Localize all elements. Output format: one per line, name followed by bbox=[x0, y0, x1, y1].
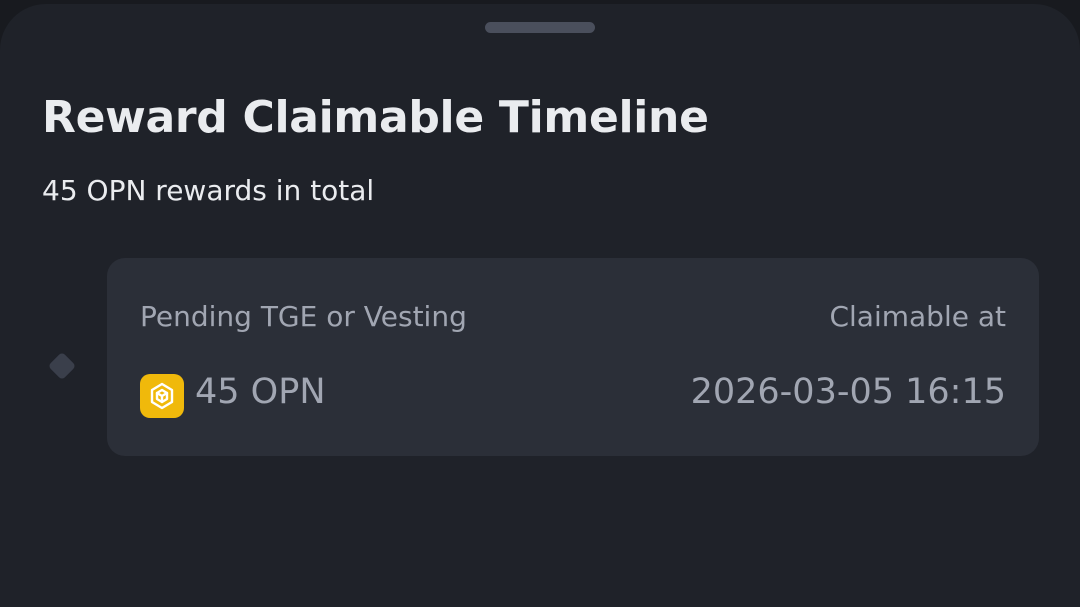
claimable-date: 2026-03-05 16:15 bbox=[690, 372, 1006, 412]
bnb-cube-icon bbox=[140, 374, 184, 418]
claimable-at-label: Claimable at bbox=[829, 300, 1006, 333]
timeline-card: Pending TGE or Vesting Claimable at 45 O… bbox=[107, 258, 1039, 456]
timeline-node-icon bbox=[47, 351, 77, 381]
rewards-total: 45 OPN rewards in total bbox=[42, 174, 375, 207]
bottom-sheet: Reward Claimable Timeline 45 OPN rewards… bbox=[0, 4, 1080, 607]
reward-amount: 45 OPN bbox=[195, 372, 326, 412]
reward-status: Pending TGE or Vesting bbox=[140, 300, 467, 333]
drag-handle[interactable] bbox=[485, 22, 595, 33]
sheet-title: Reward Claimable Timeline bbox=[42, 92, 709, 143]
